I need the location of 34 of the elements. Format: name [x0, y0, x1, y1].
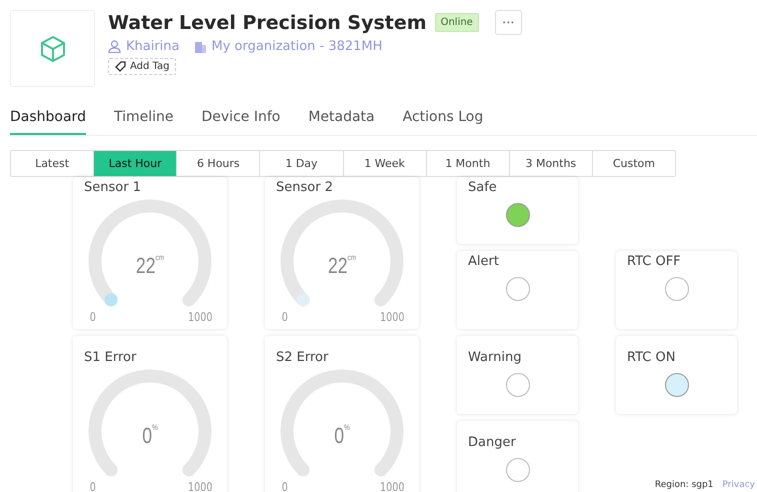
gauge-value: 0%: [141, 423, 159, 449]
widget-title: Danger: [468, 435, 517, 450]
tab[interactable]: Dashboard: [10, 109, 86, 135]
add-tag-button[interactable]: Add Tag: [108, 58, 176, 75]
widget-title: S1 Error: [84, 350, 138, 365]
gauge-max: 1000: [188, 480, 213, 492]
tab[interactable]: Device Info: [202, 109, 280, 135]
building-icon: [194, 40, 207, 53]
widget-title: RTC OFF: [627, 254, 682, 269]
widget-title: S2 Error: [276, 350, 330, 365]
widget-title: Sensor 1: [84, 180, 142, 195]
widget-title: Alert: [468, 254, 500, 269]
widget-title: RTC ON: [627, 350, 676, 365]
region-label: Region: sgp1: [654, 480, 714, 490]
tab[interactable]: Actions Log: [402, 109, 484, 135]
tab[interactable]: Metadata: [308, 109, 375, 135]
user-icon: [108, 40, 121, 53]
gauge-max: 1000: [380, 480, 405, 492]
range-option[interactable]: Latest: [11, 151, 94, 176]
gauge-max: 1000: [380, 310, 405, 324]
gauge-max: 1000: [188, 310, 213, 324]
gauge-min: 0: [282, 310, 288, 324]
gauge-value: 0%: [333, 423, 351, 449]
device-title: Water Level Precision System: [108, 12, 427, 34]
range-option[interactable]: Last Hour: [94, 151, 178, 176]
status-badge: Online: [434, 13, 479, 32]
widget-title: Sensor 2: [276, 180, 334, 195]
gauge-min: 0: [90, 310, 96, 324]
widget-title: Warning: [468, 350, 522, 365]
widget-title: Safe: [468, 180, 498, 195]
tag-icon: [115, 61, 126, 72]
gauge-min: 0: [282, 480, 288, 492]
tab[interactable]: Timeline: [114, 109, 174, 135]
gauge-min: 0: [90, 480, 96, 492]
